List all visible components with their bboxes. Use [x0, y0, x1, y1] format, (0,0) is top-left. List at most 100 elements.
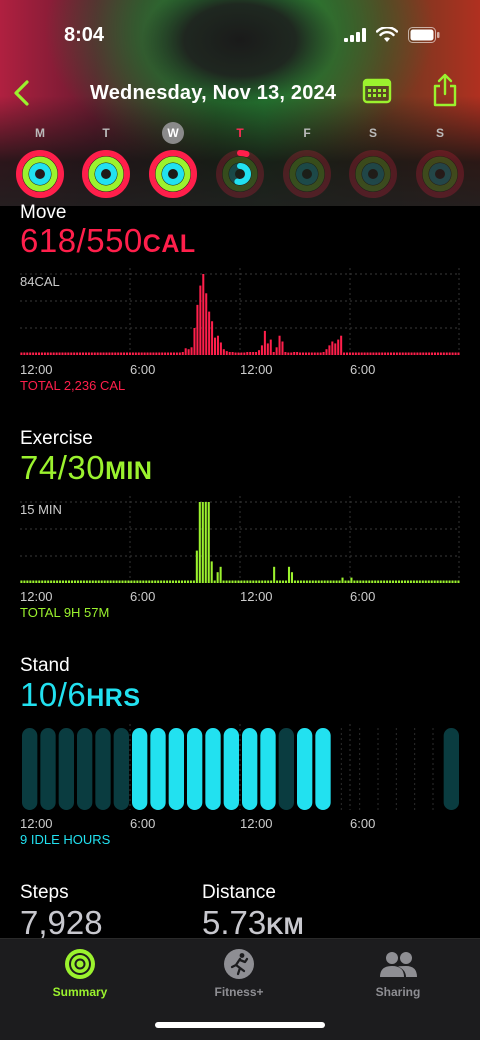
exercise-bar [136, 580, 139, 583]
move-bar [387, 352, 390, 355]
move-bar [202, 274, 205, 355]
move-bar [46, 352, 49, 355]
day-4[interactable]: F [277, 122, 337, 200]
stand-hour-bar [315, 728, 331, 810]
move-bar [302, 352, 305, 355]
move-bar [395, 352, 398, 355]
move-axis-tick-0: 12:00 [20, 362, 53, 377]
move-bar [35, 352, 38, 355]
day-5[interactable]: S [343, 122, 403, 200]
stand-hour-bar [168, 728, 184, 810]
move-bar [351, 352, 354, 355]
steps-label: Steps [20, 882, 69, 903]
move-bar [357, 352, 360, 355]
move-bar [448, 352, 451, 355]
day-2[interactable]: W [143, 122, 203, 200]
move-bar [310, 352, 313, 355]
exercise-bar [380, 580, 383, 583]
exercise-bar [252, 580, 255, 583]
exercise-bar [418, 580, 421, 583]
exercise-bar [115, 580, 118, 583]
exercise-bar [400, 580, 404, 583]
move-bar [79, 352, 82, 355]
exercise-bar [180, 580, 184, 583]
move-bar [228, 352, 231, 355]
exercise-bar [261, 580, 264, 583]
move-bar [246, 352, 249, 355]
exercise-bar [32, 580, 35, 583]
move-bar [143, 352, 146, 355]
exercise-bar [103, 580, 106, 583]
move-bar [128, 352, 131, 355]
back-chevron-icon[interactable] [8, 76, 36, 110]
exercise-bar [454, 580, 457, 583]
exercise-bar [225, 580, 228, 583]
exercise-bar [237, 580, 240, 583]
week-strip: MTWTFSS [0, 122, 480, 202]
distance-label: Distance [202, 882, 276, 903]
exercise-bar [82, 580, 85, 583]
exercise-bar [198, 502, 201, 583]
share-icon[interactable] [431, 72, 459, 108]
exercise-bar [368, 580, 371, 583]
move-bar [445, 352, 448, 355]
tab-fitness-plus[interactable]: Fitness+ [179, 947, 299, 999]
move-bar [84, 352, 87, 355]
move-bar [155, 352, 158, 355]
exercise-bar [151, 580, 154, 583]
move-bar [158, 352, 161, 355]
exercise-bar [394, 580, 398, 583]
exercise-bar [430, 580, 433, 583]
exercise-bar [433, 580, 436, 583]
exercise-bar [347, 580, 350, 583]
move-bar [240, 352, 243, 355]
move-bar [29, 352, 32, 355]
stand-hour-bar [297, 728, 313, 810]
exercise-bar [204, 502, 207, 583]
exercise-bar [160, 580, 163, 583]
move-bar [249, 352, 252, 355]
calendar-icon[interactable] [362, 76, 392, 106]
exercise-bar [249, 580, 252, 583]
move-bar [93, 352, 96, 355]
stand-hour-bar [22, 728, 38, 810]
move-bar [340, 335, 343, 355]
exercise-bar [296, 580, 299, 583]
move-bar [231, 352, 234, 355]
stand-hour-bar [132, 728, 148, 810]
day-letter: M [35, 126, 45, 140]
day-0[interactable]: M [10, 122, 70, 200]
move-bar [434, 352, 437, 355]
exercise-bar [323, 580, 326, 583]
exercise-bar [118, 580, 121, 583]
move-bar [284, 352, 287, 355]
wifi-icon [376, 27, 398, 42]
activity-rings-icon [82, 150, 130, 198]
exercise-bar [353, 580, 356, 583]
move-bar [266, 343, 269, 355]
move-bar [343, 352, 346, 355]
move-bar [146, 352, 149, 355]
tab-sharing[interactable]: Sharing [338, 947, 458, 999]
home-indicator [155, 1022, 325, 1028]
exercise-chart: 15 MIN [20, 496, 460, 592]
move-bar [23, 352, 26, 355]
exercise-bar [157, 580, 160, 583]
exercise-bar [174, 580, 178, 583]
day-6[interactable]: S [410, 122, 470, 200]
exercise-bar [273, 566, 276, 583]
exercise-bar [332, 580, 335, 583]
move-bar [299, 352, 302, 355]
day-letter: T [102, 126, 110, 140]
exercise-bar [163, 580, 166, 583]
stand-value: 10/6HRS [20, 676, 141, 714]
exercise-bar [207, 502, 210, 583]
day-3[interactable]: T [210, 122, 270, 200]
exercise-bar [234, 580, 237, 583]
distance-value-number: 5.73 [202, 904, 267, 941]
tab-summary[interactable]: Summary [20, 947, 140, 999]
day-1[interactable]: T [76, 122, 136, 200]
exercise-bar [326, 580, 329, 583]
move-bar [96, 352, 99, 355]
stand-hour-bar [278, 728, 294, 810]
